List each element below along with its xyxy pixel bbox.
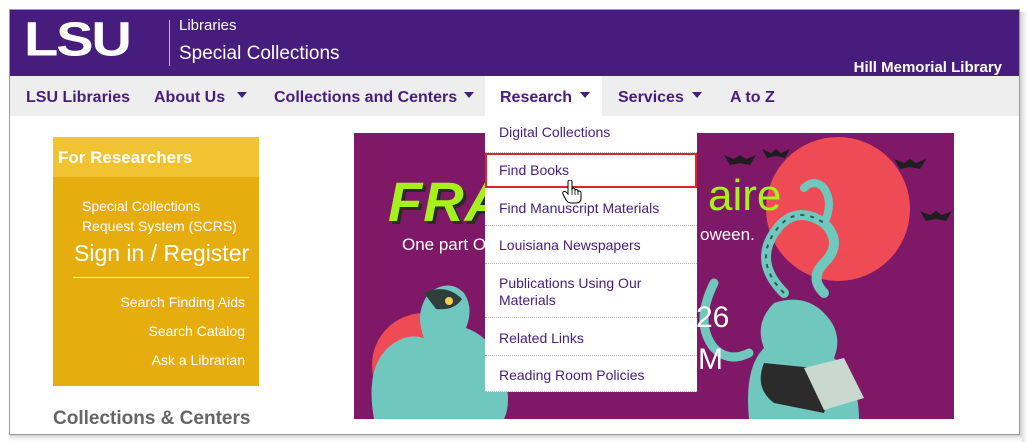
window-border [9,9,1020,435]
browser-frame: LSU Libraries Special Collections Hill M… [0,0,1029,442]
frame-shadow-right [1019,12,1029,442]
frame-shadow-bottom [10,434,1022,442]
